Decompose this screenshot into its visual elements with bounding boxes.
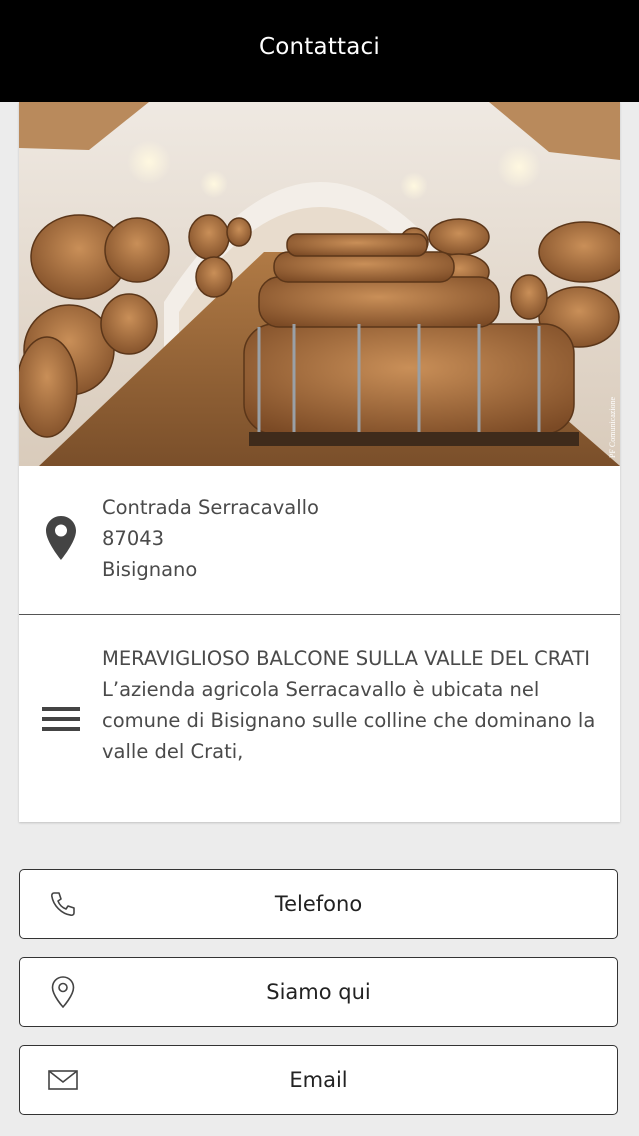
envelope-icon	[48, 1065, 78, 1095]
description-text: MERAVIGLIOSO BALCONE SULLA VALLE DEL CRA…	[102, 643, 600, 767]
location-button-label: Siamo qui	[266, 980, 371, 1004]
location-pin-icon	[48, 976, 78, 1008]
description-body: L’azienda agricola Serracavallo è ubicat…	[102, 678, 596, 763]
contact-card: PF Comunicazione Contrada Serracavallo 8…	[19, 102, 620, 822]
address-street: Contrada Serracavallo	[102, 496, 319, 519]
wine-cellar-image: PF Comunicazione	[19, 102, 620, 466]
phone-button[interactable]: Telefono	[19, 869, 618, 939]
address-text: Contrada Serracavallo 87043 Bisignano	[102, 492, 600, 585]
email-button[interactable]: Email	[19, 1045, 618, 1115]
app-header: Contattaci	[0, 0, 639, 102]
location-button[interactable]: Siamo qui	[19, 957, 618, 1027]
address-zip: 87043	[102, 527, 165, 550]
menu-lines-icon	[41, 697, 81, 741]
description-section: MERAVIGLIOSO BALCONE SULLA VALLE DEL CRA…	[19, 615, 620, 822]
watermark-text: PF Comunicazione	[608, 396, 617, 458]
page-title: Contattaci	[259, 34, 380, 60]
address-city: Bisignano	[102, 558, 198, 581]
email-button-label: Email	[289, 1068, 348, 1092]
phone-icon	[48, 889, 78, 919]
phone-button-label: Telefono	[274, 892, 363, 916]
address-section: Contrada Serracavallo 87043 Bisignano	[19, 466, 620, 615]
map-pin-icon	[41, 516, 81, 560]
description-title: MERAVIGLIOSO BALCONE SULLA VALLE DEL CRA…	[102, 647, 591, 670]
